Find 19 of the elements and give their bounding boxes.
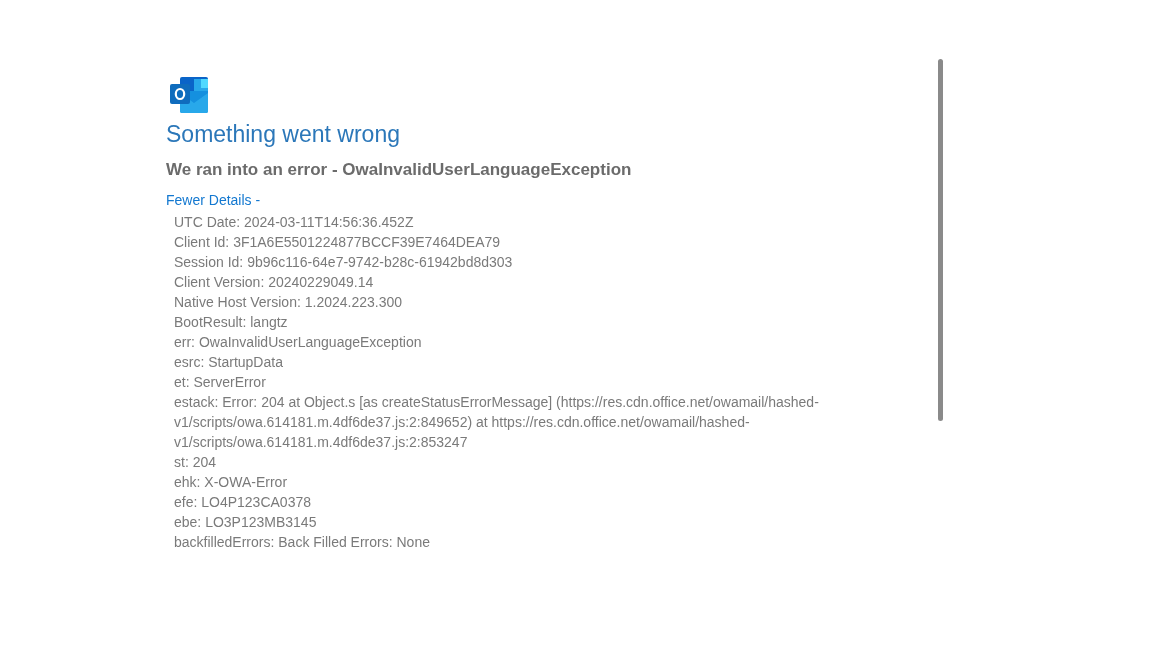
- detail-line: err: OwaInvalidUserLanguageException: [174, 333, 422, 352]
- error-subtitle: We ran into an error - OwaInvalidUserLanguageException: [166, 159, 632, 181]
- detail-line: backfilledErrors: Back Filled Errors: None: [174, 533, 430, 552]
- mail-app-icon: [170, 77, 210, 113]
- detail-line: efe: LO4P123CA0378: [174, 493, 311, 512]
- scrollbar[interactable]: [938, 59, 943, 421]
- details-toggle-link[interactable]: Fewer Details -: [166, 191, 261, 209]
- detail-line: Native Host Version: 1.2024.223.300: [174, 293, 403, 312]
- error-title: Something went wrong: [166, 120, 400, 148]
- detail-line: et: ServerError: [174, 373, 266, 392]
- detail-line: Client Id: 3F1A6E5501224877BCCF39E7464DEA79: [174, 233, 501, 252]
- detail-line: BootResult: langtz: [174, 313, 288, 332]
- detail-line: UTC Date: 2024-03-11T14:56:36.452Z: [174, 213, 414, 232]
- detail-line: ehk: X-OWA-Error: [174, 473, 288, 492]
- detail-line: esrc: StartupData: [174, 353, 283, 372]
- detail-line: st: 204: [174, 453, 217, 472]
- detail-line: ebe: LO3P123MB3145: [174, 513, 317, 532]
- detail-line: Client Version: 20240229049.14: [174, 273, 374, 292]
- detail-line: Session Id: 9b96c116-64e7-9742-b28c-61942bd8d303: [174, 253, 513, 272]
